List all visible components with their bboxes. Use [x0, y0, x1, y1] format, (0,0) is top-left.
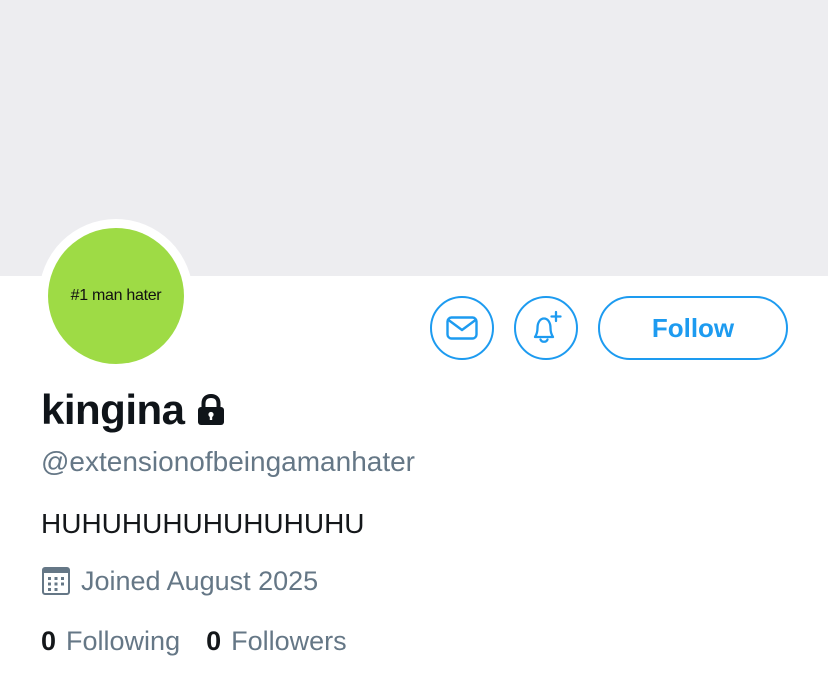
calendar-icon [41, 565, 71, 597]
bell-plus-icon [526, 308, 566, 348]
following-stat[interactable]: 0 Following [41, 626, 180, 657]
follow-button[interactable]: Follow [598, 296, 788, 360]
avatar[interactable]: #1 man hater [48, 228, 184, 364]
followers-label: Followers [231, 626, 347, 656]
lock-icon [195, 393, 227, 427]
name-row: kingina [41, 386, 227, 434]
avatar-ring: #1 man hater [39, 219, 193, 373]
following-count: 0 [41, 626, 57, 656]
message-button[interactable] [430, 296, 494, 360]
profile-bio: HUHUHUHUHUHUHUHU [41, 508, 365, 539]
avatar-text: #1 man hater [70, 287, 162, 304]
followers-stat[interactable]: 0 Followers [206, 626, 347, 657]
notify-button[interactable] [514, 296, 578, 360]
profile-handle: @extensionofbeingamanhater [41, 446, 416, 477]
joined-row: Joined August 2025 [41, 565, 318, 597]
envelope-icon [446, 316, 478, 340]
joined-date: Joined August 2025 [81, 565, 319, 596]
following-label: Following [66, 626, 181, 656]
followers-count: 0 [206, 626, 222, 656]
stats-row: 0 Following 0 Followers [41, 626, 347, 657]
display-name: kingina [41, 386, 185, 433]
profile-page: #1 man hater Follow kingina @extensionof… [0, 0, 828, 683]
